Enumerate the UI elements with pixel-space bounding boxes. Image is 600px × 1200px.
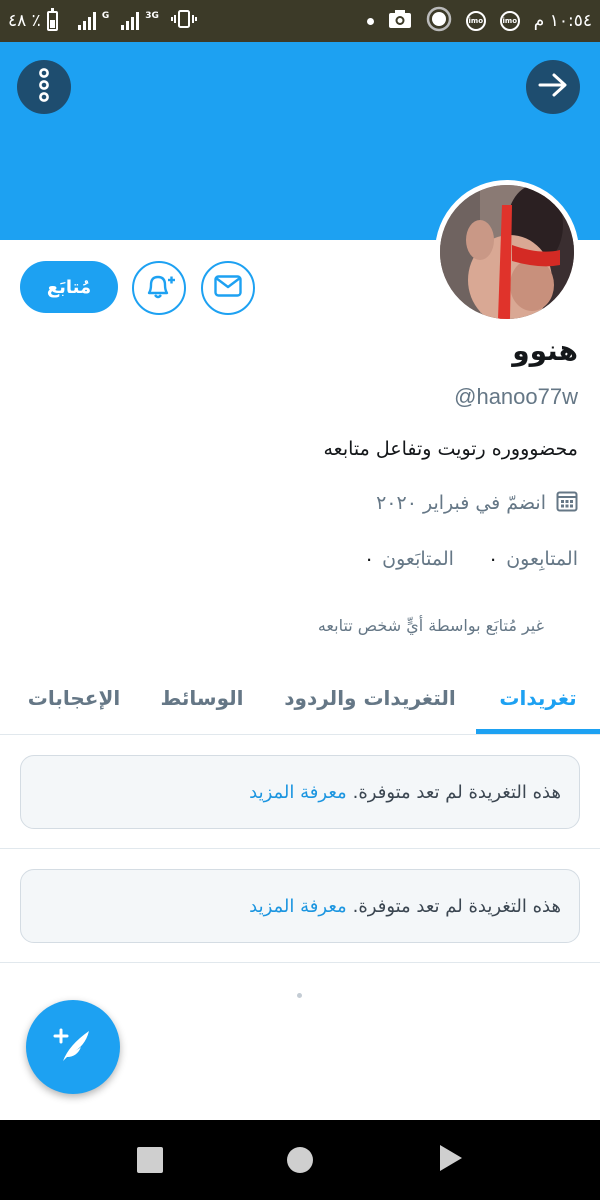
recents-square-icon — [137, 1147, 163, 1173]
following-count-link[interactable]: ٠ المتابَعون — [364, 548, 454, 570]
back-triangle-icon — [438, 1143, 464, 1177]
avatar-photo — [440, 185, 574, 319]
recents-button[interactable] — [136, 1146, 164, 1174]
more-options-button[interactable] — [17, 60, 71, 114]
notification-dot-icon — [366, 17, 374, 25]
arrow-right-icon — [538, 72, 568, 102]
unavailable-tweet: هذه التغريدة لم تعد متوفرة. معرفة المزيد — [20, 755, 580, 829]
profile-tabs: تغريدات التغريدات والردود الوسائط الإعجا… — [0, 660, 600, 735]
joined-date: انضمّ في فبراير ٢٠٢٠ — [376, 492, 546, 514]
more-vertical-icon — [34, 68, 54, 106]
notifications-button[interactable] — [132, 261, 186, 315]
learn-more-link[interactable]: معرفة المزيد — [249, 782, 347, 803]
user-handle: @hanoo77w — [454, 384, 578, 409]
learn-more-link[interactable]: معرفة المزيد — [249, 896, 347, 917]
display-name: هنوو — [512, 334, 578, 367]
compose-tweet-button[interactable] — [26, 1000, 120, 1094]
home-circle-icon — [287, 1147, 313, 1173]
following-label: المتابَعون — [382, 548, 454, 570]
tab-media[interactable]: الوسائط — [150, 660, 254, 735]
system-nav-bar — [0, 1120, 600, 1200]
divider — [0, 848, 600, 849]
followers-label: المتابِعون — [506, 548, 578, 570]
compose-tweet-icon — [51, 1025, 95, 1069]
signal-icon-2 — [121, 12, 140, 30]
message-button[interactable] — [201, 261, 255, 315]
vibrate-icon — [170, 9, 197, 33]
battery-percent: ٤٨ ٪ — [8, 11, 41, 31]
camera-icon — [388, 9, 412, 33]
back-button[interactable] — [526, 60, 580, 114]
status-right: imo imo ١٠:٥٤ م — [366, 0, 592, 42]
record-icon — [426, 6, 452, 36]
not-followed-notice: غير مُتابَع بواسطة أيٍّ شخص تتابعه — [317, 616, 544, 635]
status-left: ٤٨ ٪ G 3G — [8, 0, 197, 42]
network-g: G — [101, 11, 110, 21]
calendar-icon — [556, 490, 578, 516]
follow-counts: ٠ المتابَعون ٠ المتابِعون — [364, 548, 578, 570]
followers-count-link[interactable]: ٠ المتابِعون — [488, 548, 578, 570]
joined-date-row: انضمّ في فبراير ٢٠٢٠ — [376, 490, 578, 516]
back-nav-button[interactable] — [436, 1144, 466, 1176]
battery-icon — [46, 8, 58, 31]
following-button[interactable]: مُتابَع — [20, 261, 118, 313]
network-3g: 3G — [145, 11, 159, 21]
divider — [0, 962, 600, 963]
home-button[interactable] — [286, 1146, 314, 1174]
tab-tweets[interactable]: تغريدات — [476, 660, 600, 735]
imo-icon-2: imo — [499, 11, 520, 31]
bio: محضوووره رتويت وتفاعل متابعه — [323, 438, 579, 460]
following-count: ٠ — [363, 548, 375, 570]
clock: ١٠:٥٤ م — [533, 11, 592, 31]
loading-indicator — [297, 993, 302, 998]
avatar[interactable] — [435, 180, 579, 324]
unavailable-text: هذه التغريدة لم تعد متوفرة. — [352, 781, 561, 803]
bell-plus-icon — [142, 271, 176, 305]
active-tab-indicator — [476, 729, 600, 734]
tab-likes[interactable]: الإعجابات — [14, 660, 134, 735]
unavailable-text: هذه التغريدة لم تعد متوفرة. — [352, 895, 561, 917]
tab-tweets-replies[interactable]: التغريدات والردود — [272, 660, 468, 735]
imo-icon: imo — [465, 11, 486, 31]
signal-icon — [77, 12, 96, 30]
followers-count: ٠ — [487, 548, 499, 570]
unavailable-tweet: هذه التغريدة لم تعد متوفرة. معرفة المزيد — [20, 869, 580, 943]
envelope-icon — [214, 275, 242, 301]
status-bar: ٤٨ ٪ G 3G imo imo ١٠:٥٤ م — [0, 0, 600, 42]
